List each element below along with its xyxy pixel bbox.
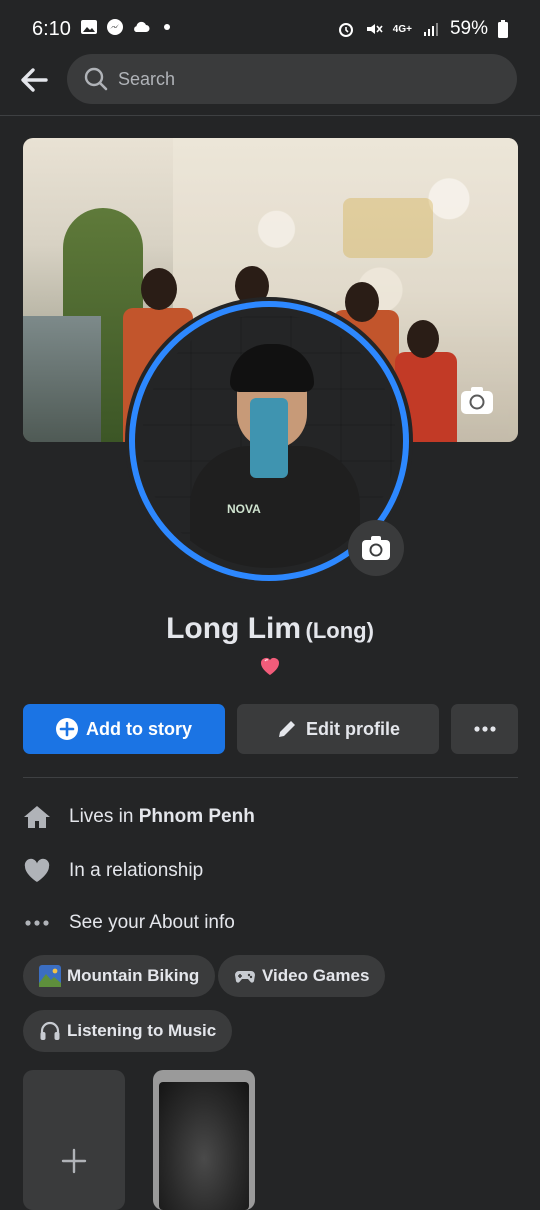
headphones-icon [40,1021,60,1040]
camera-icon [362,536,390,560]
search-bar[interactable]: Search [67,54,517,104]
signal-icon [423,23,438,36]
cover-poster [23,316,101,442]
home-icon [24,806,50,828]
hobby-label: Video Games [262,966,370,985]
alarm-icon [338,23,353,37]
hoodie-print: NOVA [227,502,261,516]
profile-full-name: Long Lim [166,612,302,645]
lives-in-text: Lives in Phnom Penh [69,806,255,828]
heart-emoji-icon [261,658,279,675]
relationship-text: In a relationship [69,860,204,881]
profile-alternate-name: (Long) [305,618,374,643]
section-divider [23,777,518,778]
mute-icon [366,24,383,34]
edit-profile-label: Edit profile [306,718,400,739]
featured-photo-image [159,1082,249,1210]
more-dots-icon [25,920,49,926]
status-time: 6:10 [32,18,71,40]
mountain-landscape-icon [39,965,61,987]
gamepad-icon [235,971,255,983]
search-icon [84,67,108,91]
camera-icon[interactable] [458,382,496,420]
hobby-label: Mountain Biking [67,966,200,985]
hobby-chip-mountain-biking[interactable]: Mountain Biking [23,955,216,997]
more-options-button[interactable] [451,704,518,754]
status-system-icons: 4G+ 59% [337,18,508,40]
plus-icon [61,1148,87,1174]
avatar-phone [250,398,288,478]
lives-in-row: Lives in Phnom Penh [23,802,255,832]
edit-profile-button[interactable]: Edit profile [237,704,439,754]
heart-icon [24,858,50,882]
pencil-icon [279,721,295,737]
add-featured-button[interactable] [23,1070,125,1210]
lives-in-prefix: Lives in [69,806,134,827]
dot-icon [164,24,170,30]
about-row[interactable]: See your About info [23,908,235,938]
cover-person-head [345,282,379,322]
lives-in-city[interactable]: Phnom Penh [139,806,255,827]
plus-circle-icon [56,718,78,740]
profile-name: Long Lim (Long) [0,612,540,646]
battery-icon [498,20,508,38]
cloud-sync-icon [134,21,150,32]
relationship-row: In a relationship [23,856,203,886]
hobby-chip-listening-to-music[interactable]: Listening to Music [23,1010,233,1052]
gallery-icon [81,20,97,34]
cover-person-head [407,320,439,358]
network-type: 4G+ [392,23,412,35]
more-dots-icon [473,726,496,732]
status-bar: 6:10 4G+ 59% [0,0,540,58]
profile-picture-camera-button[interactable] [348,520,404,576]
status-notification-icons [80,18,176,36]
featured-photo[interactable] [153,1070,255,1210]
header-divider [0,115,540,116]
hobby-label: Listening to Music [67,1021,217,1040]
add-to-story-button[interactable]: Add to story [23,704,225,754]
about-text: See your About info [69,912,235,933]
messenger-icon [107,19,123,35]
battery-percent: 59% [449,18,488,39]
search-placeholder: Search [118,69,176,89]
cover-sign [343,198,433,258]
hobby-chip-video-games[interactable]: Video Games [218,955,386,997]
back-arrow-icon[interactable] [16,62,52,98]
avatar-hair [230,344,314,392]
add-to-story-label: Add to story [86,718,192,739]
cover-person-head [141,268,177,310]
